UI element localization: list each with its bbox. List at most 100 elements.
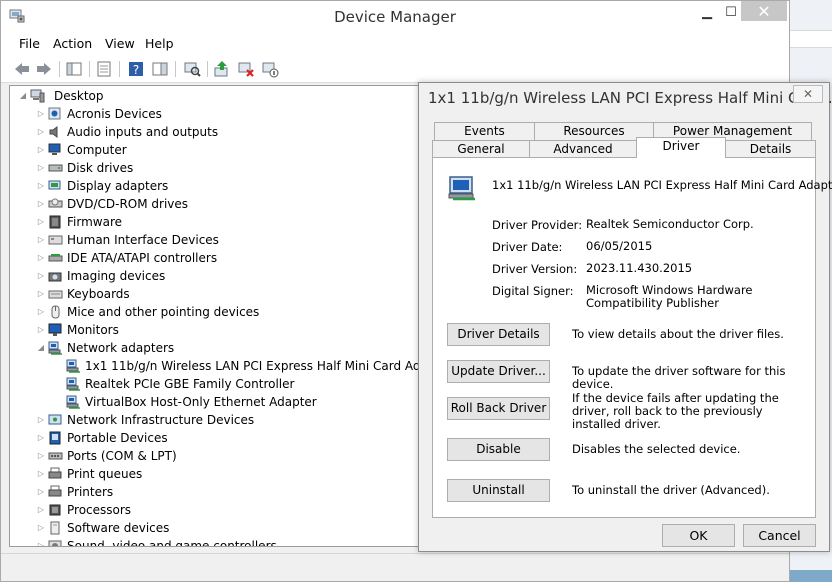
expand-arrow-icon[interactable]: ▷ — [36, 321, 46, 339]
printer-icon — [48, 467, 62, 479]
expand-arrow-icon[interactable]: ▷ — [36, 411, 46, 429]
tab-driver[interactable]: Driver — [636, 137, 726, 158]
tab-details[interactable]: Details — [725, 140, 816, 158]
dvd-icon — [48, 198, 63, 208]
expand-arrow-icon[interactable]: ▷ — [36, 177, 46, 195]
menu-action[interactable]: Action — [53, 36, 92, 51]
keyboard-icon — [48, 290, 63, 299]
horizontal-scrollbar[interactable] — [9, 547, 421, 551]
tree-item-label: Software devices — [67, 521, 170, 535]
expanded-arrow-icon[interactable]: ◢ — [18, 87, 28, 105]
window-title: Device Manager — [334, 8, 456, 26]
driver-field-label: Driver Provider: — [492, 218, 583, 232]
tab-events[interactable]: Events — [434, 122, 535, 140]
computer-icon — [48, 143, 61, 155]
dialog-close-button[interactable]: ✕ — [793, 85, 823, 103]
menu-help[interactable]: Help — [145, 36, 174, 51]
driver-tab-panel: 1x1 11b/g/n Wireless LAN PCI Express Hal… — [432, 157, 832, 518]
disk-drive-icon — [48, 164, 63, 172]
menu-file[interactable]: File — [19, 36, 40, 51]
tab-advanced[interactable]: Advanced — [529, 140, 637, 158]
mouse-icon — [51, 305, 60, 319]
tree-item-label: IDE ATA/ATAPI controllers — [67, 251, 218, 265]
action-description: To view details about the driver files. — [572, 327, 784, 341]
menu-view[interactable]: View — [105, 36, 135, 51]
driver-field-label: Driver Version: — [492, 262, 578, 276]
expand-arrow-icon[interactable]: ▷ — [36, 105, 46, 123]
help-icon[interactable]: ? — [127, 60, 145, 78]
scan-hardware-icon[interactable] — [183, 60, 201, 78]
desktop-computer-icon — [30, 89, 45, 103]
expand-arrow-icon[interactable]: ▷ — [36, 483, 46, 501]
expanded-arrow-icon[interactable]: ◢ — [36, 339, 46, 357]
action-description: To uninstall the driver (Advanced). — [572, 483, 770, 497]
expand-arrow-icon[interactable]: ▷ — [36, 123, 46, 141]
update-driver-button[interactable]: Update Driver... — [447, 360, 550, 383]
action-pane-icon[interactable] — [151, 60, 169, 78]
update-driver-icon[interactable] — [213, 60, 231, 78]
expand-arrow-icon[interactable]: ▷ — [36, 195, 46, 213]
forward-arrow-icon[interactable] — [35, 60, 53, 78]
tree-item-label: Print queues — [67, 467, 143, 481]
software-device-icon — [50, 521, 60, 535]
expand-arrow-icon[interactable]: ▷ — [36, 249, 46, 267]
network-adapter-icon — [66, 359, 80, 373]
ide-icon — [48, 254, 63, 262]
tree-item-label: Audio inputs and outputs — [67, 125, 219, 139]
tree-item-label: 1x1 11b/g/n Wireless LAN PCI Express Hal… — [85, 359, 421, 373]
close-button[interactable]: ✕ — [741, 1, 787, 21]
expand-arrow-icon[interactable]: ▷ — [36, 537, 46, 546]
expand-arrow-icon[interactable]: ▷ — [36, 447, 46, 465]
tree-item-label: Realtek PCIe GBE Family Controller — [85, 377, 295, 391]
properties-icon[interactable] — [95, 60, 113, 78]
driver-details-button[interactable]: Driver Details — [447, 323, 550, 346]
expand-arrow-icon[interactable]: ▷ — [36, 159, 46, 177]
tree-item-label: Acronis Devices — [67, 107, 162, 121]
expand-arrow-icon[interactable]: ▷ — [36, 231, 46, 249]
expand-arrow-icon[interactable]: ▷ — [36, 213, 46, 231]
uninstall-button[interactable]: Uninstall — [447, 479, 550, 502]
tree-root-label: Desktop — [54, 89, 104, 103]
display-adapter-icon — [48, 180, 61, 190]
hid-icon — [48, 235, 63, 245]
disable-device-icon[interactable] — [261, 60, 279, 78]
device-tree[interactable]: ◢ Desktop ▷ Acronis Devices ▷ Audio inputs … — [9, 85, 421, 547]
roll-back-driver-button[interactable]: Roll Back Driver — [447, 397, 550, 420]
expand-arrow-icon[interactable]: ▷ — [36, 429, 46, 447]
printer-icon — [48, 485, 62, 497]
expand-arrow-icon[interactable]: ▷ — [36, 519, 46, 537]
action-description: If the device fails after updating the d… — [572, 391, 779, 431]
expand-arrow-icon[interactable]: ▷ — [36, 465, 46, 483]
back-arrow-icon[interactable] — [13, 60, 31, 78]
show-hide-console-tree-icon[interactable] — [65, 60, 83, 78]
expand-arrow-icon[interactable]: ▷ — [36, 303, 46, 321]
portable-device-icon — [49, 431, 61, 445]
tree-item-label: Monitors — [67, 323, 119, 337]
network-adapter-icon — [448, 176, 475, 201]
tree-item-label: Processors — [67, 503, 132, 517]
screen: Device Manager ▁ ☐ ✕ File Action View He… — [0, 0, 832, 582]
expand-arrow-icon[interactable]: ▷ — [36, 501, 46, 519]
expand-arrow-icon[interactable]: ▷ — [36, 267, 46, 285]
maximize-icon: ☐ — [725, 5, 737, 20]
driver-field-value: Realtek Semiconductor Corp. — [586, 217, 754, 231]
disable-button[interactable]: Disable — [447, 438, 550, 461]
ok-button[interactable]: OK — [662, 524, 735, 547]
menu-bar: File Action View Help — [1, 33, 789, 55]
expand-arrow-icon[interactable]: ▷ — [36, 285, 46, 303]
expand-arrow-icon[interactable]: ▷ — [36, 141, 46, 159]
driver-field-value: 06/05/2015 — [586, 239, 653, 253]
port-icon — [48, 452, 63, 460]
camera-icon — [48, 272, 62, 282]
close-icon: ✕ — [802, 87, 814, 101]
processor-icon — [49, 504, 61, 516]
device-properties-dialog: 1x1 11b/g/n Wireless LAN PCI Express Hal… — [418, 82, 832, 552]
cancel-button[interactable]: Cancel — [743, 524, 816, 547]
uninstall-device-icon[interactable] — [237, 60, 255, 78]
tree-item-label: Disk drives — [67, 161, 134, 175]
tree-item-label: VirtualBox Host-Only Ethernet Adapter — [85, 395, 317, 409]
dialog-title: 1x1 11b/g/n Wireless LAN PCI Express Hal… — [428, 89, 832, 107]
background-window-bar — [790, 30, 832, 48]
tree-item-label: Imaging devices — [67, 269, 166, 283]
tab-general[interactable]: General — [432, 140, 530, 158]
